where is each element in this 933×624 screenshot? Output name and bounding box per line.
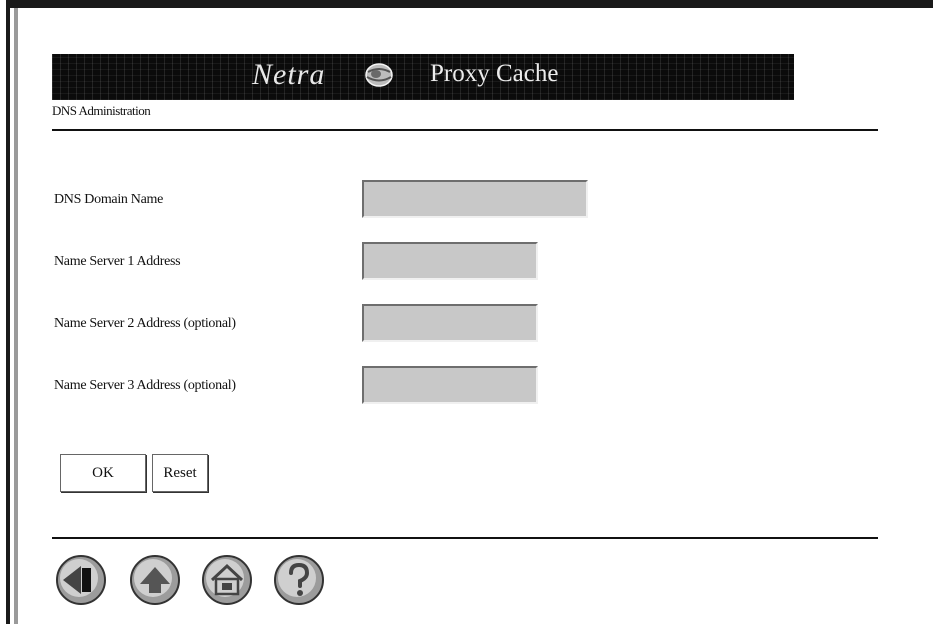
window-left-border — [0, 0, 10, 624]
divider-bottom — [52, 537, 878, 539]
ok-button[interactable]: OK — [60, 454, 146, 492]
label-name-server-3: Name Server 3 Address (optional) — [54, 378, 236, 393]
reset-button[interactable]: Reset — [152, 454, 208, 492]
dns-domain-input[interactable] — [362, 180, 588, 218]
globe-icon — [365, 63, 393, 87]
label-dns-domain: DNS Domain Name — [54, 192, 164, 207]
label-name-server-2: Name Server 2 Address (optional) — [54, 316, 236, 331]
page-title: DNS Administration — [52, 103, 151, 118]
label-name-server-1: Name Server 1 Address — [54, 254, 181, 269]
name-server-3-input[interactable] — [362, 366, 538, 404]
header-banner: Netra Proxy Cache — [52, 54, 794, 100]
name-server-2-input[interactable] — [362, 304, 538, 342]
window-left-scroll-edge — [14, 8, 18, 624]
home-icon[interactable] — [200, 553, 254, 607]
up-icon[interactable] — [128, 553, 182, 607]
product-title: Proxy Cache — [430, 60, 559, 87]
back-icon[interactable] — [54, 553, 108, 607]
help-icon[interactable] — [272, 553, 326, 607]
name-server-1-input[interactable] — [362, 242, 538, 280]
divider-top — [52, 129, 878, 131]
netra-logo: Netra — [252, 58, 326, 91]
window-top-border — [0, 0, 933, 8]
